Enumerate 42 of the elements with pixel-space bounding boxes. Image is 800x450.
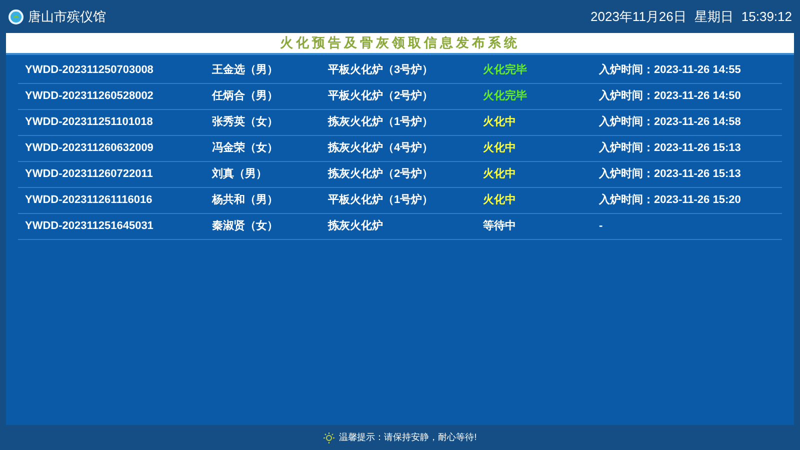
site-title: 唐山市殡仪馆 xyxy=(28,8,106,26)
weekday-text: 星期日 xyxy=(694,8,734,26)
furnace-name: 拣灰火化炉 xyxy=(328,220,383,232)
entry-time: 入炉时间：2023-11-26 14:58 xyxy=(599,116,741,128)
furnace-name: 拣灰火化炉（4号炉） xyxy=(328,142,434,154)
deceased-name: 王金选（男） xyxy=(212,64,278,76)
entry-time: 入炉时间：2023-11-26 14:55 xyxy=(599,64,741,76)
order-number: YWDD-202311261116016 xyxy=(25,194,152,206)
deceased-name: 任炳合（男） xyxy=(212,90,278,102)
logo-icon xyxy=(8,8,24,24)
order-number: YWDD-202311251101018 xyxy=(25,116,153,128)
order-number: YWDD-202311260632009 xyxy=(25,142,154,154)
furnace-name: 拣灰火化炉（2号炉） xyxy=(328,168,434,180)
furnace-name: 平板火化炉（3号炉） xyxy=(328,64,434,76)
deceased-name: 杨共和（男） xyxy=(212,194,278,206)
furnace-name: 平板火化炉（1号炉） xyxy=(328,194,434,206)
entry-time: - xyxy=(599,220,603,232)
entry-time: 入炉时间：2023-11-26 15:20 xyxy=(599,194,741,206)
status-text: 火化中 xyxy=(483,116,516,128)
notice-text: 温馨提示：请保持安静，耐心等待! xyxy=(339,430,477,444)
entry-time: 入炉时间：2023-11-26 15:13 xyxy=(599,142,741,154)
status-text: 火化中 xyxy=(483,168,516,180)
order-number: YWDD-202311251645031 xyxy=(25,220,154,232)
order-number: YWDD-202311250703008 xyxy=(25,64,154,76)
date-text: 2023年11月26日 xyxy=(590,8,686,26)
status-text: 等待中 xyxy=(483,220,516,232)
clock-text: 15:39:12 xyxy=(741,8,792,26)
entry-time: 入炉时间：2023-11-26 15:13 xyxy=(599,168,741,180)
status-text: 火化完毕 xyxy=(483,90,527,102)
deceased-name: 张秀英（女） xyxy=(212,116,278,128)
status-text: 火化中 xyxy=(483,194,516,206)
deceased-name: 刘真（男） xyxy=(212,168,267,180)
deceased-name: 冯金荣（女） xyxy=(212,142,278,154)
furnace-name: 平板火化炉（2号炉） xyxy=(328,90,434,102)
entry-time: 入炉时间：2023-11-26 14:50 xyxy=(599,90,741,102)
deceased-name: 秦淑贤（女） xyxy=(212,220,278,232)
system-title: 火化预告及骨灰领取信息发布系统 xyxy=(280,34,520,52)
order-number: YWDD-202311260528002 xyxy=(25,90,154,102)
status-text: 火化中 xyxy=(483,142,516,154)
order-number: YWDD-202311260722011 xyxy=(25,168,153,180)
furnace-name: 拣灰火化炉（1号炉） xyxy=(328,116,434,128)
status-text: 火化完毕 xyxy=(483,64,527,76)
